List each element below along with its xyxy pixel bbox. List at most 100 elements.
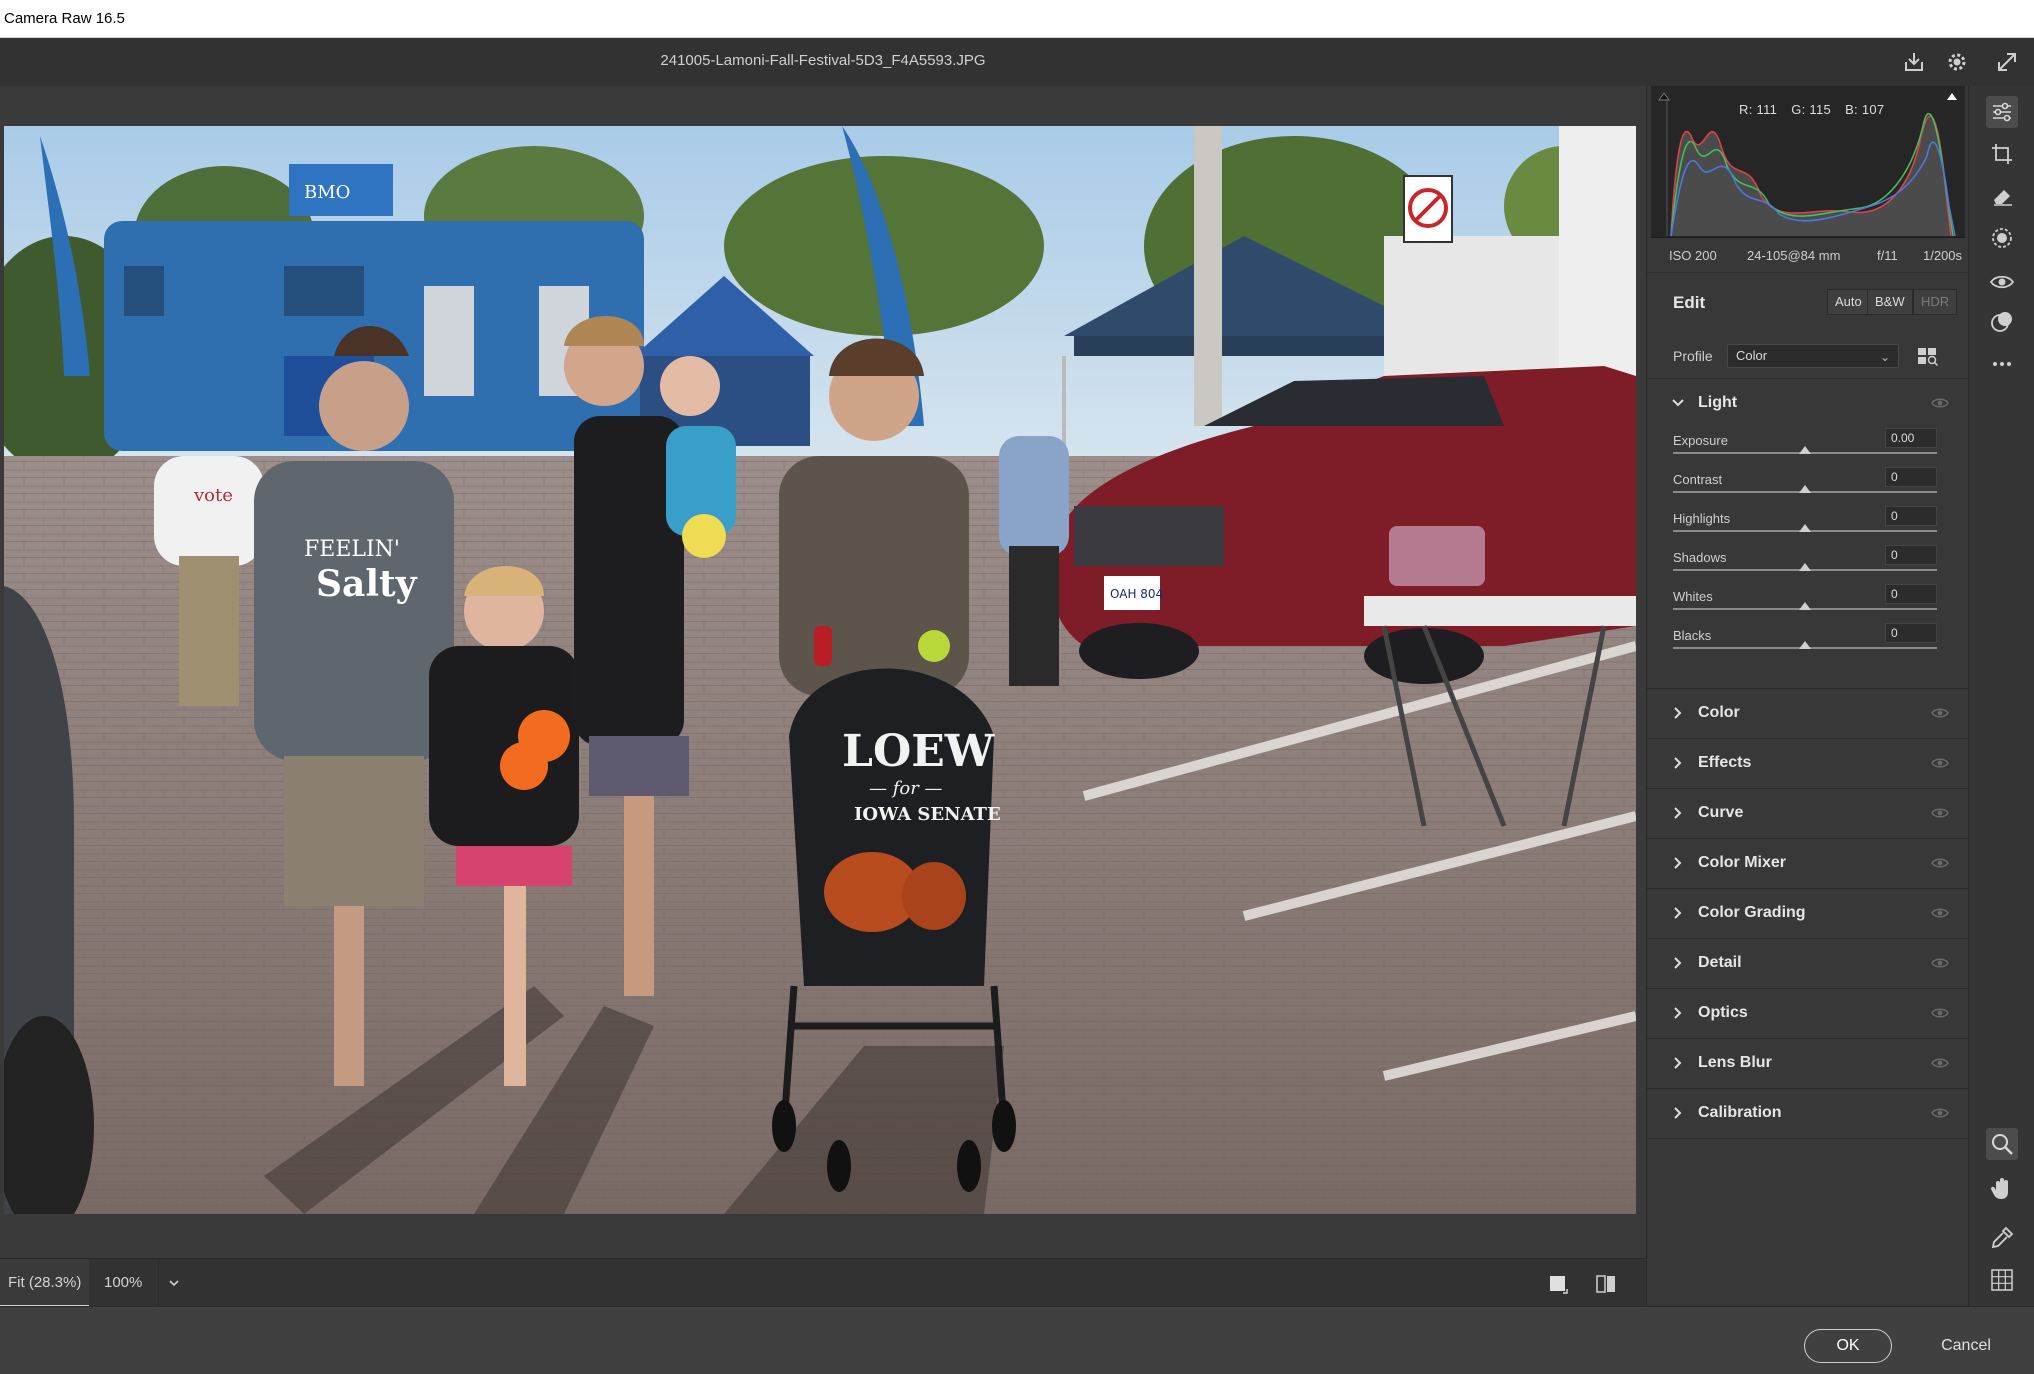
eyedropper-icon [1991,1226,2014,1249]
eye-icon[interactable] [1931,706,1949,720]
section-light[interactable]: Light [1647,378,1969,428]
profile-select[interactable]: Color ⌄ [1727,344,1899,368]
presets-tool[interactable] [1986,306,2018,338]
section-light-label: Light [1698,394,1738,411]
slider-label: Highlights [1673,511,1731,526]
header-bar: 241005-Lamoni-Fall-Festival-5D3_F4A5593.… [0,38,2034,86]
section-color[interactable]: Color [1647,688,1969,738]
section-calibration[interactable]: Calibration [1647,1088,1969,1138]
slider-thumb[interactable] [1799,524,1811,532]
gear-icon[interactable] [1943,48,1971,76]
cancel-button[interactable]: Cancel [1920,1329,2012,1363]
auto-button[interactable]: Auto [1827,289,1870,315]
photo-preview[interactable]: BMO OAH 804 vote FEELIN' Salty LOEW — fo… [4,126,1636,1214]
hand-tool[interactable] [1986,1172,2018,1204]
profile-value: Color [1736,348,1768,363]
section-label: Color [1698,704,1740,721]
ok-button[interactable]: OK [1804,1329,1892,1363]
slider-contrast[interactable]: Contrast 0 [1647,465,1969,504]
section-detail[interactable]: Detail [1647,938,1969,988]
histogram: R: 111 G: 115 B: 107 [1651,86,1965,238]
remove-tool[interactable] [1986,180,2018,212]
slider-highlights[interactable]: Highlights 0 [1647,504,1969,543]
hdr-button[interactable]: HDR [1913,289,1958,315]
chevron-right-icon [1674,707,1682,719]
compare-view-icon[interactable] [1594,1273,1618,1295]
slider-value-input[interactable]: 0 [1885,623,1937,643]
section-lens-blur[interactable]: Lens Blur [1647,1038,1969,1088]
crop-tool[interactable] [1986,138,2018,170]
grid-overlay-tool[interactable] [1986,1264,2018,1296]
slider-whites[interactable]: Whites 0 [1647,582,1969,621]
slider-exposure[interactable]: Exposure 0.00 [1647,426,1969,465]
slider-value-input[interactable]: 0 [1885,506,1937,526]
masking-tool[interactable] [1986,222,2018,254]
fullscreen-icon[interactable] [1993,48,2021,76]
zoom-icon [1992,1134,2013,1155]
eye-icon[interactable] [1931,1106,1949,1120]
edit-tool[interactable] [1986,96,2018,128]
section-label: Color Grading [1698,904,1806,921]
eye-icon[interactable] [1931,956,1949,970]
eye-icon[interactable] [1931,396,1949,410]
eye-icon[interactable] [1931,906,1949,920]
section-label: Effects [1698,754,1752,771]
eye-icon[interactable] [1931,1006,1949,1020]
slider-thumb[interactable] [1799,446,1811,454]
zoom-bar: Fit (28.3%) 100% [0,1258,1646,1307]
slider-shadows[interactable]: Shadows 0 [1647,543,1969,582]
profile-row: Profile Color ⌄ [1647,332,1969,378]
more-icon [1993,362,2011,366]
white-balance-tool[interactable] [1986,1222,2018,1254]
eye-icon[interactable] [1931,856,1949,870]
section-color-mixer[interactable]: Color Mixer [1647,838,1969,888]
section-label: Lens Blur [1698,1054,1772,1071]
file-name: 241005-Lamoni-Fall-Festival-5D3_F4A5593.… [660,52,986,69]
slider-track[interactable] [1673,641,1937,649]
rgb-readout: R: 111 G: 115 B: 107 [1739,102,1898,117]
title-bar: Camera Raw 16.5 [0,0,2034,38]
zoom-tool[interactable] [1986,1128,2018,1160]
zoom-100-button[interactable]: 100% [96,1259,150,1307]
slider-label: Whites [1673,589,1713,604]
section-effects[interactable]: Effects [1647,738,1969,788]
eye-icon [1989,275,2015,289]
zoom-menu-button[interactable] [158,1259,188,1307]
section-color-grading[interactable]: Color Grading [1647,888,1969,938]
slider-track[interactable] [1673,563,1937,571]
shirt-salty-text: Salty [316,563,418,605]
slider-value-input[interactable]: 0.00 [1885,428,1937,448]
slider-label: Exposure [1673,433,1728,448]
slider-thumb[interactable] [1799,602,1811,610]
bw-button[interactable]: B&W [1867,289,1913,315]
slider-thumb[interactable] [1799,485,1811,493]
slider-track[interactable] [1673,524,1937,532]
bank-sign-text: BMO [304,182,350,203]
section-curve[interactable]: Curve [1647,788,1969,838]
license-plate-text: OAH 804 [1110,587,1163,601]
photo-illustration: BMO OAH 804 vote FEELIN' Salty LOEW — fo… [4,126,1636,1214]
slider-value-input[interactable]: 0 [1885,467,1937,487]
profile-label: Profile [1673,348,1713,364]
slider-thumb[interactable] [1799,641,1811,649]
slider-blacks[interactable]: Blacks 0 [1647,621,1969,660]
preview-canvas[interactable]: BMO OAH 804 vote FEELIN' Salty LOEW — fo… [0,86,1646,1258]
slider-value-input[interactable]: 0 [1885,584,1937,604]
section-label: Color Mixer [1698,854,1787,871]
slider-track[interactable] [1673,446,1937,454]
before-after-toggle-icon[interactable] [1548,1273,1570,1295]
slider-track[interactable] [1673,602,1937,610]
slider-track[interactable] [1673,485,1937,493]
slider-value-input[interactable]: 0 [1885,545,1937,565]
red-eye-tool[interactable] [1986,266,2018,298]
slider-thumb[interactable] [1799,563,1811,571]
eye-icon[interactable] [1931,1056,1949,1070]
eye-icon[interactable] [1931,806,1949,820]
profile-browser-icon[interactable] [1917,347,1939,367]
chevron-down-icon [1672,399,1684,407]
more-tools[interactable] [1986,348,2018,380]
section-optics[interactable]: Optics [1647,988,1969,1038]
zoom-fit-button[interactable]: Fit (28.3%) [0,1259,90,1307]
save-image-icon[interactable] [1900,48,1928,76]
eye-icon[interactable] [1931,756,1949,770]
